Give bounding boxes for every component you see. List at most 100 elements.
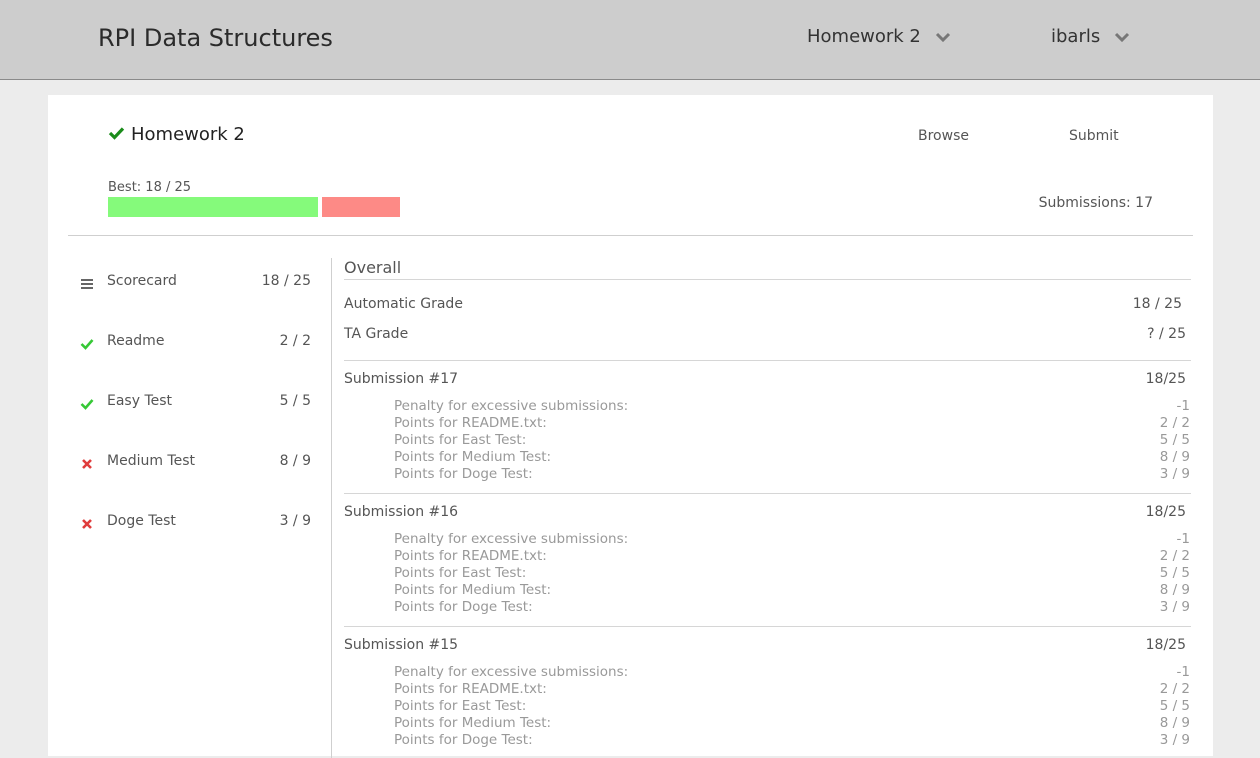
divider	[344, 279, 1191, 280]
detail-label: Points for East Test:	[394, 565, 527, 581]
detail-value: 3 / 9	[1159, 732, 1190, 748]
score-bar-earned	[108, 197, 318, 217]
x-icon	[80, 456, 94, 470]
sidebar-item-scorecard[interactable]: Scorecard 18 / 25	[68, 262, 331, 302]
submissions-count: Submissions: 17	[1038, 195, 1153, 211]
detail-label: Points for README.txt:	[394, 415, 547, 431]
assignment-card: Homework 2 Browse Submit Best: 18 / 25 S…	[48, 95, 1213, 758]
ta-grade-label: TA Grade	[344, 326, 409, 342]
best-score-label: Best: 18 / 25	[108, 180, 192, 195]
submission-detail-row: Penalty for excessive submissions: -1	[394, 398, 1190, 414]
submission-detail-row: Points for Doge Test: 3 / 9	[394, 732, 1190, 748]
list-icon	[80, 276, 94, 290]
detail-label: Points for README.txt:	[394, 681, 547, 697]
sidebar-item-readme[interactable]: Readme 2 / 2	[68, 322, 331, 362]
sidebar-item-doge-test[interactable]: Doge Test 3 / 9	[68, 502, 331, 542]
check-icon	[108, 124, 125, 145]
submission-score: 18/25	[1145, 504, 1186, 520]
assignment-dropdown-label: Homework 2	[807, 26, 921, 47]
check-icon	[80, 396, 94, 410]
divider	[344, 626, 1191, 627]
user-dropdown[interactable]: ibarls	[1051, 26, 1130, 47]
submission-score: 18/25	[1145, 637, 1186, 653]
submission-detail-row: Points for README.txt: 2 / 2	[394, 548, 1190, 564]
test-sidebar: Scorecard 18 / 25 Readme 2 / 2 Easy Test…	[68, 258, 332, 758]
detail-value: 2 / 2	[1159, 548, 1190, 564]
detail-value: 5 / 5	[1159, 432, 1190, 448]
submission-detail-row: Points for Medium Test: 8 / 9	[394, 582, 1190, 598]
detail-value: 3 / 9	[1159, 466, 1190, 482]
detail-label: Points for Doge Test:	[394, 466, 533, 482]
detail-value: -1	[1176, 398, 1190, 414]
ta-grade-row: TA Grade ? / 25	[344, 326, 1186, 342]
submission-header: Submission #15 18/25	[344, 637, 1186, 653]
top-navbar: RPI Data Structures Homework 2 ibarls	[0, 0, 1260, 80]
submission-title: Submission #17	[344, 371, 459, 387]
sidebar-item-easy-test[interactable]: Easy Test 5 / 5	[68, 382, 331, 422]
score-bar-missing	[322, 197, 400, 217]
detail-label: Points for East Test:	[394, 698, 527, 714]
submission-detail-row: Penalty for excessive submissions: -1	[394, 531, 1190, 547]
detail-label: Penalty for excessive submissions:	[394, 664, 629, 680]
submission-detail-row: Points for East Test: 5 / 5	[394, 565, 1190, 581]
detail-value: 8 / 9	[1159, 715, 1190, 731]
submission-detail-row: Points for Medium Test: 8 / 9	[394, 715, 1190, 731]
user-dropdown-label: ibarls	[1051, 26, 1101, 47]
sidebar-item-score: 5 / 5	[279, 393, 311, 409]
chevron-down-icon	[1114, 26, 1130, 47]
chevron-down-icon	[935, 26, 951, 47]
automatic-grade-row: Automatic Grade 18 / 25	[344, 296, 1186, 312]
detail-value: 2 / 2	[1159, 681, 1190, 697]
submission-title: Submission #16	[344, 504, 459, 520]
sidebar-item-score: 2 / 2	[279, 333, 311, 349]
detail-label: Penalty for excessive submissions:	[394, 531, 629, 547]
sidebar-item-label: Doge Test	[107, 513, 176, 529]
browse-link[interactable]: Browse	[918, 128, 969, 144]
detail-label: Points for README.txt:	[394, 548, 547, 564]
divider	[68, 235, 1193, 236]
submission-header: Submission #17 18/25	[344, 371, 1186, 387]
detail-label: Points for Medium Test:	[394, 582, 552, 598]
detail-value: -1	[1176, 664, 1190, 680]
submission-detail-row: Points for Medium Test: 8 / 9	[394, 449, 1190, 465]
x-icon	[80, 516, 94, 530]
submit-link[interactable]: Submit	[1069, 128, 1119, 144]
sidebar-item-medium-test[interactable]: Medium Test 8 / 9	[68, 442, 331, 482]
automatic-grade-label: Automatic Grade	[344, 296, 463, 312]
ta-grade-value: ? / 25	[1147, 326, 1186, 342]
detail-value: 5 / 5	[1159, 565, 1190, 581]
detail-label: Points for Medium Test:	[394, 715, 552, 731]
submission-score: 18/25	[1145, 371, 1186, 387]
overall-heading: Overall	[344, 258, 402, 277]
detail-value: 3 / 9	[1159, 599, 1190, 615]
divider	[344, 493, 1191, 494]
submission-detail-row: Points for Doge Test: 3 / 9	[394, 466, 1190, 482]
detail-value: 5 / 5	[1159, 698, 1190, 714]
app-title[interactable]: RPI Data Structures	[98, 24, 333, 52]
submission-detail-row: Points for README.txt: 2 / 2	[394, 681, 1190, 697]
sidebar-item-label: Scorecard	[107, 273, 177, 289]
assignment-dropdown[interactable]: Homework 2	[807, 26, 951, 47]
sidebar-item-score: 18 / 25	[261, 273, 311, 289]
detail-label: Points for Medium Test:	[394, 449, 552, 465]
submission-title: Submission #15	[344, 637, 459, 653]
detail-label: Points for Doge Test:	[394, 732, 533, 748]
submission-detail-row: Points for README.txt: 2 / 2	[394, 415, 1190, 431]
detail-value: -1	[1176, 531, 1190, 547]
sidebar-item-score: 8 / 9	[279, 453, 311, 469]
assignment-title: Homework 2	[108, 124, 245, 145]
submission-detail-row: Penalty for excessive submissions: -1	[394, 664, 1190, 680]
sidebar-item-label: Medium Test	[107, 453, 195, 469]
submission-detail-row: Points for East Test: 5 / 5	[394, 698, 1190, 714]
assignment-title-text: Homework 2	[131, 124, 245, 145]
detail-label: Penalty for excessive submissions:	[394, 398, 629, 414]
detail-label: Points for East Test:	[394, 432, 527, 448]
sidebar-item-label: Readme	[107, 333, 165, 349]
detail-value: 2 / 2	[1159, 415, 1190, 431]
divider	[344, 360, 1191, 361]
submission-detail-row: Points for East Test: 5 / 5	[394, 432, 1190, 448]
detail-value: 8 / 9	[1159, 582, 1190, 598]
sidebar-item-label: Easy Test	[107, 393, 173, 409]
automatic-grade-value: 18 / 25	[1132, 296, 1182, 312]
sidebar-item-score: 3 / 9	[279, 513, 311, 529]
